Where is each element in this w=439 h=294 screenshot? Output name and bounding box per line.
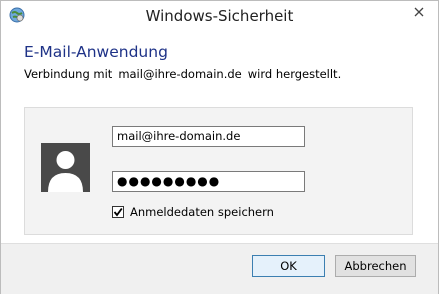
username-field[interactable]: mail@ihre-domain.de [112,126,305,147]
button-bar: OK Abbrechen [1,243,438,294]
security-dialog: Windows-Sicherheit E-Mail-Anwendung Verb… [0,0,439,294]
cancel-button[interactable]: Abbrechen [335,255,416,277]
user-avatar-icon [41,143,90,192]
credential-panel: mail@ihre-domain.de ●●●●●●●●● Anmeldedat… [24,107,413,235]
password-field[interactable]: ●●●●●●●●● [112,171,305,192]
checkmark-icon [113,207,123,217]
desc-prefix: Verbindung mit [24,67,113,81]
remember-label: Anmeldedaten speichern [130,205,274,219]
desc-account: mail@ihre-domain.de [118,67,242,81]
close-button[interactable] [406,2,432,22]
desc-suffix: wird hergestellt. [247,67,342,81]
connection-description: Verbindung mit mail@ihre-domain.de wird he… [24,67,341,81]
close-icon [414,7,424,17]
app-name-heading: E-Mail-Anwendung [24,43,168,61]
remember-checkbox[interactable] [112,206,124,218]
window-title: Windows-Sicherheit [145,7,294,25]
ok-button[interactable]: OK [252,255,325,277]
remember-credentials-option[interactable]: Anmeldedaten speichern [112,205,274,219]
title-bar[interactable]: Windows-Sicherheit [1,1,438,31]
